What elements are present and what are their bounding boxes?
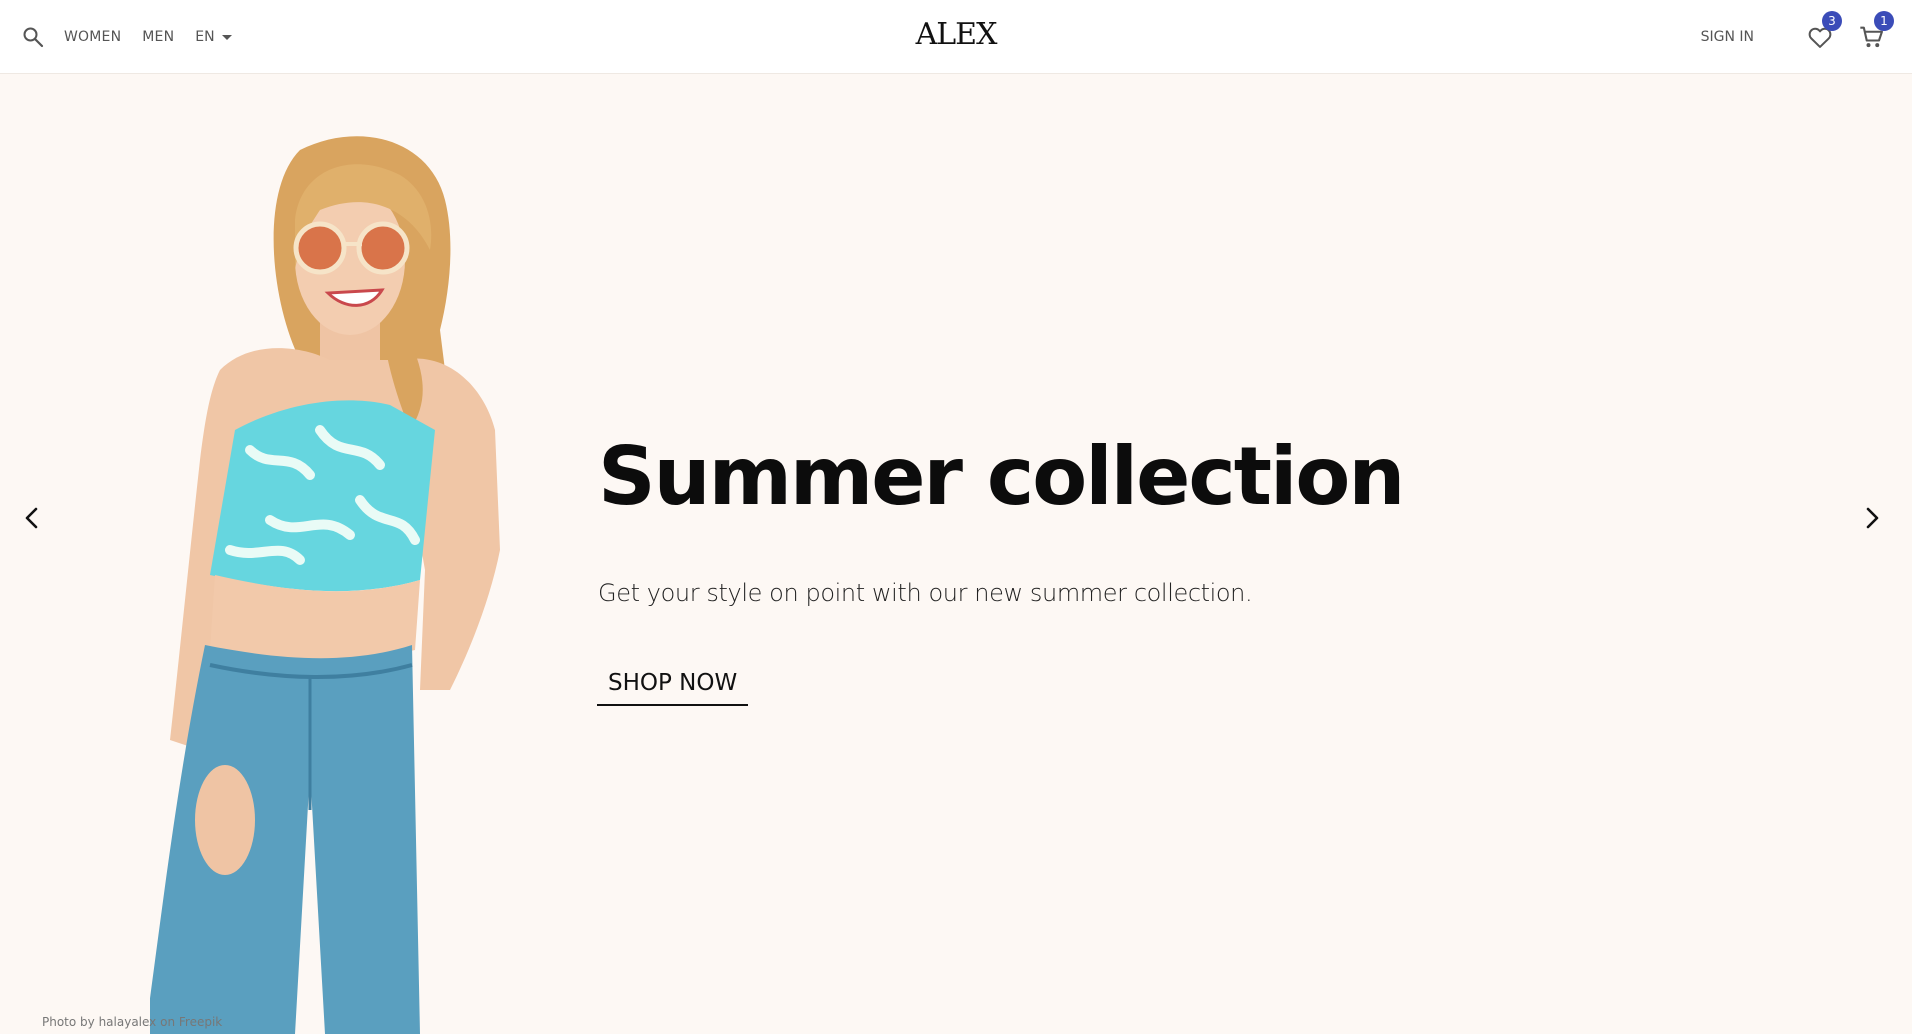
site-logo[interactable]: ALEX [0,17,1912,52]
hero-subtitle: Get your style on point with our new sum… [598,579,1253,607]
shop-now-button[interactable]: SHOP NOW [597,670,749,706]
site-header: WOMEN MEN EN ALEX SIGN IN 3 1 [0,0,1912,74]
model-photo [145,130,570,1034]
wishlist-button[interactable]: 3 [1806,11,1842,51]
cart-icon [1858,26,1886,55]
cart-count-badge: 1 [1874,11,1894,31]
hero-banner: Summer collection Get your style on poin… [0,75,1912,1034]
heart-icon [1806,27,1834,55]
photo-credit[interactable]: Photo by halayalex on Freepik [42,1015,222,1029]
sign-in-link[interactable]: SIGN IN [1701,29,1754,45]
chevron-left-icon[interactable] [20,505,44,531]
hero-title: Summer collection [598,430,1405,523]
wishlist-count-badge: 3 [1822,11,1842,31]
cart-button[interactable]: 1 [1858,11,1894,51]
header-right: SIGN IN 3 1 [1701,0,1894,74]
chevron-right-icon[interactable] [1860,505,1884,531]
